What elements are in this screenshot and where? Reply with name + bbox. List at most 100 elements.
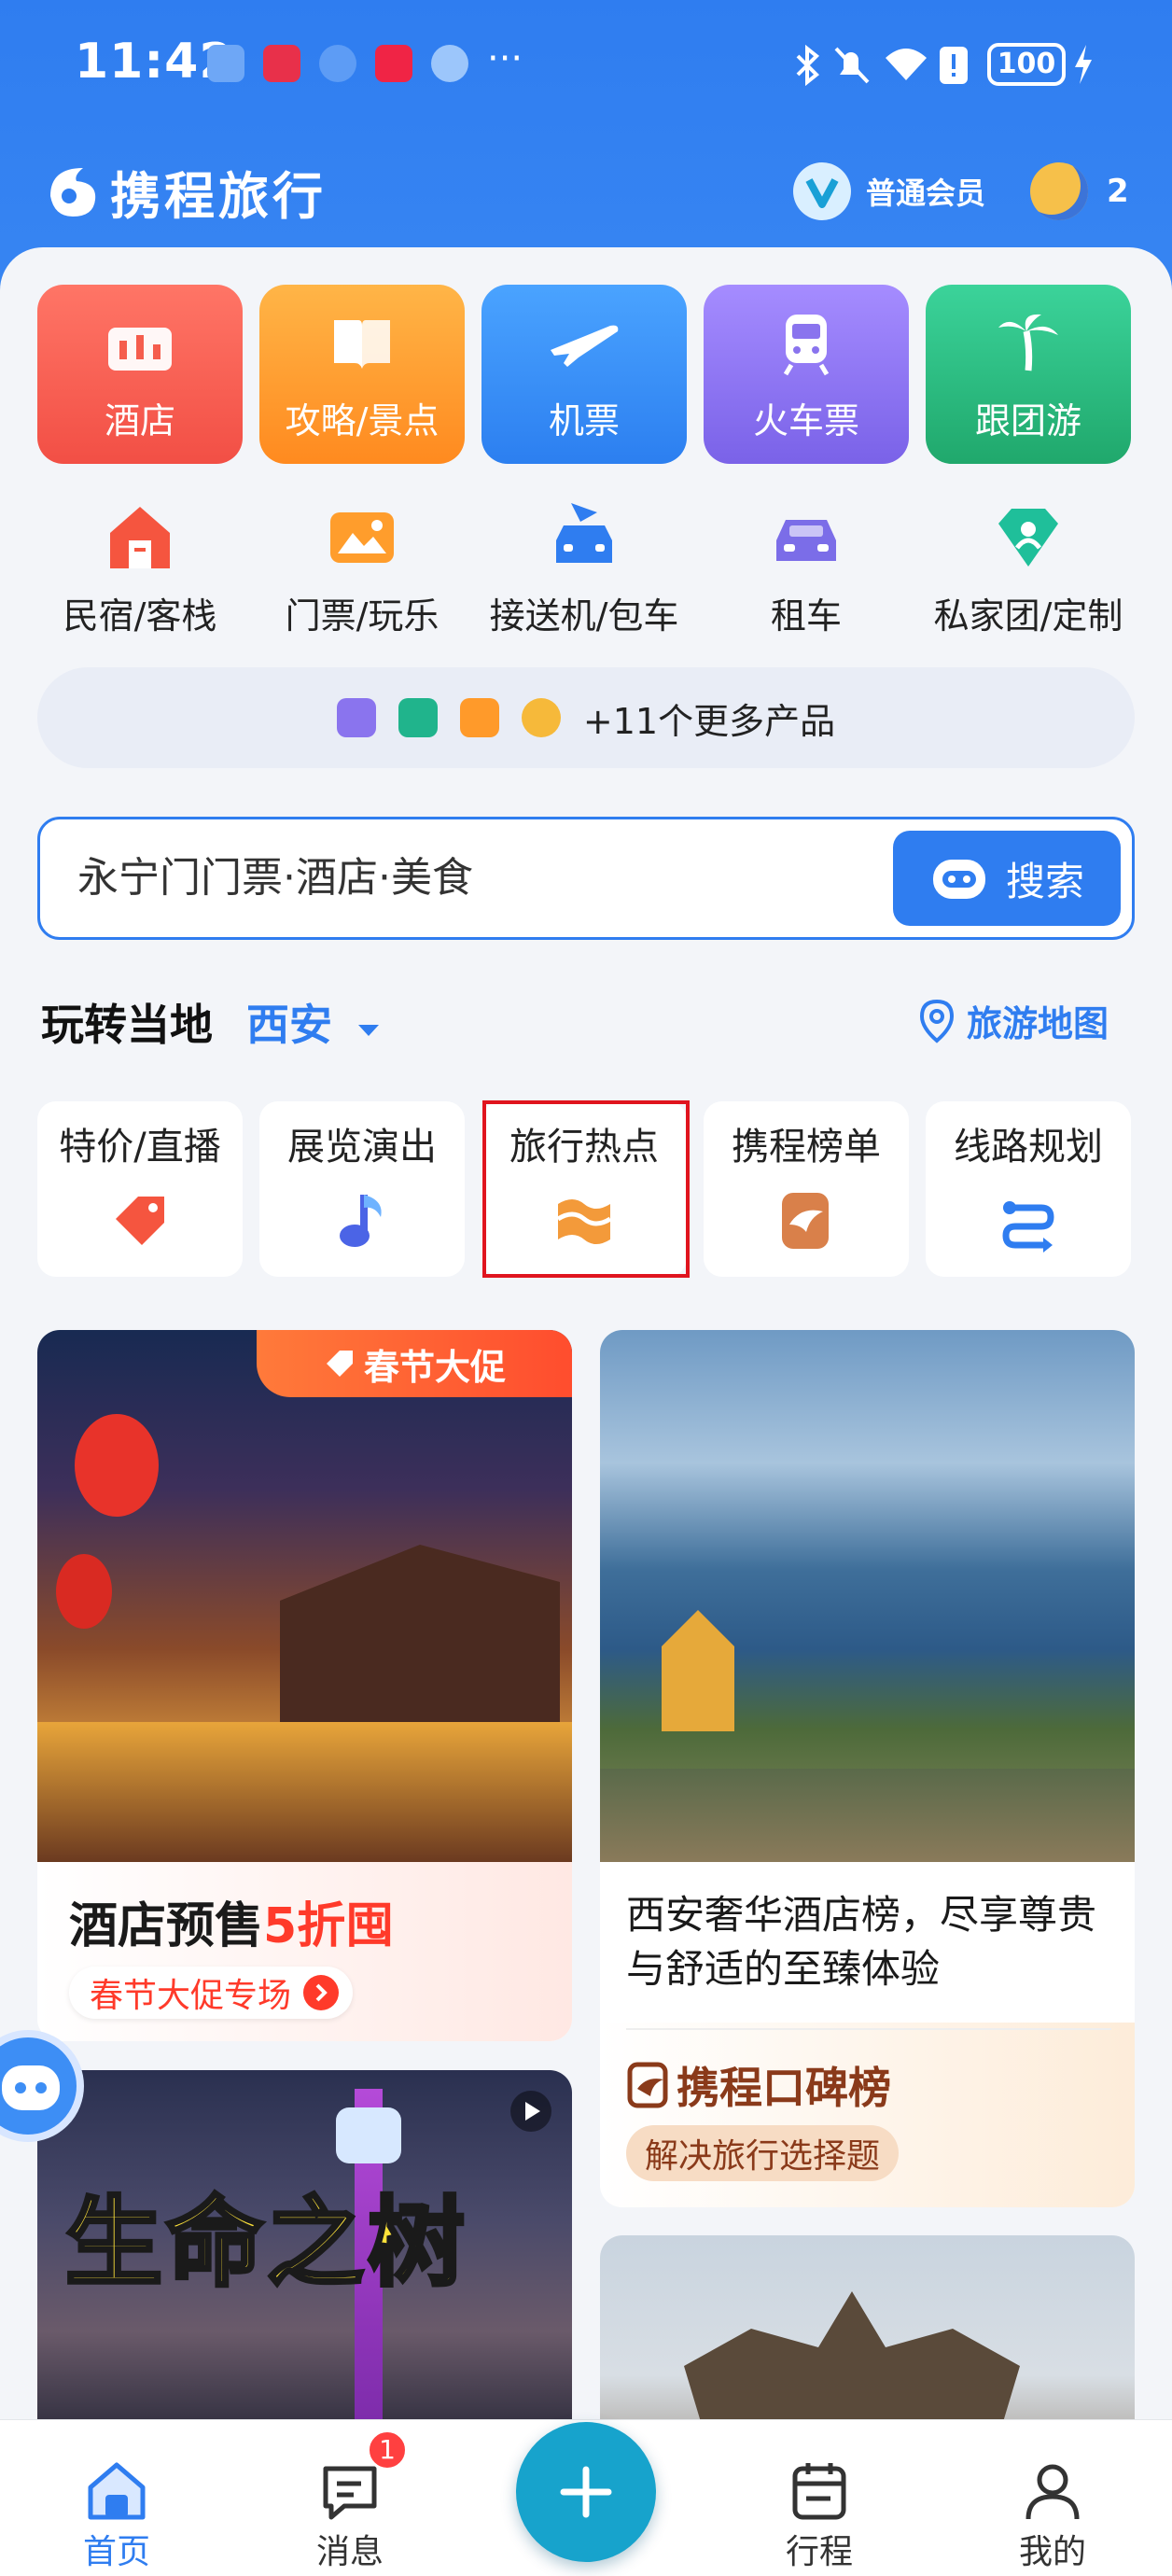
spring-sale-badge: 春节大促	[257, 1330, 572, 1397]
airplane-icon	[551, 325, 619, 367]
nav-label: 行程	[785, 2533, 853, 2571]
city-name: 西安	[246, 1000, 332, 1050]
tile-hotel[interactable]: 酒店	[37, 285, 243, 464]
category-ctrip-rankings[interactable]: 携程榜单	[704, 1101, 909, 1277]
train-icon	[783, 315, 830, 376]
visa-icon	[459, 698, 499, 737]
finance-icon	[521, 698, 561, 737]
ranking-brand-icon	[627, 2062, 668, 2108]
app-header: 携程旅行 普通会员 2	[0, 135, 1172, 252]
tile-label: 火车票	[752, 400, 859, 441]
user-icon	[1026, 2464, 1080, 2520]
category-label: 展览演出	[287, 1126, 437, 1169]
tile-flights[interactable]: 机票	[481, 285, 687, 464]
charging-icon	[1075, 45, 1092, 84]
service-car-rental[interactable]: 租车	[690, 499, 923, 639]
coin-balance[interactable]: 2	[1030, 154, 1129, 229]
bus-icon	[336, 698, 376, 737]
bluetooth-icon	[796, 45, 819, 86]
travel-map-label: 旅游地图	[967, 1003, 1109, 1044]
mute-icon	[834, 47, 870, 84]
ticket-icon	[330, 512, 394, 563]
service-label: 租车	[770, 595, 842, 637]
coin-count: 2	[1107, 173, 1129, 210]
card-title: 西安奢华酒店榜，尽享尊贵与舒适的至臻体验	[626, 1892, 1097, 1992]
feed-card-luxury-hotels[interactable]: 西安奢华酒店榜，尽享尊贵与舒适的至臻体验 携程口碑榜 解决旅行选择题	[600, 1330, 1135, 2207]
calendar-icon	[792, 2463, 846, 2520]
ctrip-notification-icon	[319, 45, 356, 82]
category-route-planning[interactable]: 线路规划	[926, 1101, 1131, 1277]
promo-cta-button[interactable]: 春节大促专场	[69, 1967, 354, 2019]
tile-train-tickets[interactable]: 火车票	[704, 285, 909, 464]
nav-label: 首页	[82, 2533, 150, 2571]
overlay-text: 生命之树	[63, 2184, 469, 2302]
category-label: 线路规划	[954, 1126, 1103, 1169]
brand-label: 携程口碑榜	[677, 2063, 891, 2113]
search-button[interactable]: 搜索	[893, 831, 1121, 926]
tile-group-tours[interactable]: 跟团游	[926, 285, 1131, 464]
coin-icon	[1030, 162, 1088, 220]
nav-label: 我的	[1018, 2533, 1086, 2571]
city-lake-photo	[600, 1330, 1135, 1862]
tile-label: 跟团游	[974, 400, 1081, 441]
ctrip-logo[interactable]: 携程旅行	[41, 154, 327, 229]
book-icon	[334, 320, 390, 369]
selection-highlight-box	[482, 1100, 690, 1278]
tag-icon	[326, 1351, 353, 1377]
service-tickets-fun[interactable]: 门票/玩乐	[245, 499, 479, 639]
diamond-guide-icon	[998, 509, 1058, 567]
service-airport-transfer[interactable]: 接送机/包车	[467, 499, 701, 639]
nav-itinerary[interactable]: 行程	[726, 2420, 913, 2576]
feed-card-tree-of-life[interactable]: 生命之树	[37, 2070, 572, 2443]
more-products-bar[interactable]: +11个更多产品	[37, 667, 1135, 768]
more-notifications-icon: ···	[487, 37, 523, 80]
hotel-icon	[108, 328, 172, 371]
status-bar: 11:42 ··· 100	[0, 0, 1172, 135]
tile-label: 酒店	[104, 400, 175, 441]
transfer-car-icon	[556, 503, 612, 563]
category-label: 特价/直播	[59, 1126, 221, 1169]
palm-tree-icon	[998, 314, 1058, 371]
nav-home[interactable]: 首页	[23, 2420, 210, 2576]
robot-face-icon	[2, 2065, 60, 2110]
membership-badge[interactable]: 普通会员	[793, 154, 985, 229]
service-homestay[interactable]: 民宿/客栈	[23, 499, 257, 639]
nav-label: 消息	[315, 2533, 384, 2571]
category-exhibitions[interactable]: 展览演出	[259, 1101, 465, 1277]
dropdown-triangle-icon	[358, 1025, 380, 1036]
route-icon	[1002, 1201, 1054, 1253]
music-note-icon	[340, 1195, 382, 1247]
category-deals-live[interactable]: 特价/直播	[37, 1101, 243, 1277]
search-button-label: 搜索	[1005, 858, 1084, 904]
publish-plus-button[interactable]	[516, 2422, 656, 2562]
badge-label: 春节大促	[363, 1346, 506, 1388]
tile-label: 机票	[548, 400, 620, 441]
video-play-icon	[510, 2091, 551, 2132]
tile-guides-attractions[interactable]: 攻略/景点	[259, 285, 465, 464]
car-icon	[776, 520, 836, 561]
promo-footer: 酒店预售5折囤 春节大促专场	[37, 1862, 572, 2041]
tile-label: 攻略/景点	[285, 400, 440, 441]
more-products-label: +11个更多产品	[582, 700, 836, 742]
usb-icon	[207, 45, 244, 82]
city-selector[interactable]: 西安	[246, 991, 381, 1053]
search-input[interactable]: 永宁门门票·酒店·美食	[77, 819, 473, 937]
search-bar[interactable]: 永宁门门票·酒店·美食 搜索	[37, 817, 1135, 940]
travel-map-link[interactable]: 旅游地图	[914, 995, 1109, 1046]
member-label: 普通会员	[866, 175, 986, 211]
plus-icon	[560, 2466, 612, 2518]
feed-card-spring-sale[interactable]: 春节大促 酒店预售5折囤 春节大促专场	[37, 1330, 572, 2041]
app-notification-icon	[263, 45, 300, 82]
ranking-tag: 解决旅行选择题	[626, 2125, 900, 2181]
unread-badge: 1	[367, 2429, 408, 2471]
ranking-brand: 携程口碑榜	[626, 2054, 891, 2116]
service-label: 接送机/包车	[489, 595, 679, 637]
nav-profile[interactable]: 我的	[959, 2420, 1146, 2576]
promo-headline: 酒店预售5折囤	[69, 1886, 394, 1956]
tower-night-photo: 生命之树	[37, 2070, 572, 2443]
home-icon	[88, 2462, 146, 2520]
nav-messages[interactable]: 1 消息	[257, 2420, 443, 2576]
service-private-custom[interactable]: 私家团/定制	[912, 499, 1145, 639]
wifi-icon	[886, 49, 927, 80]
homestay-icon	[110, 507, 170, 568]
